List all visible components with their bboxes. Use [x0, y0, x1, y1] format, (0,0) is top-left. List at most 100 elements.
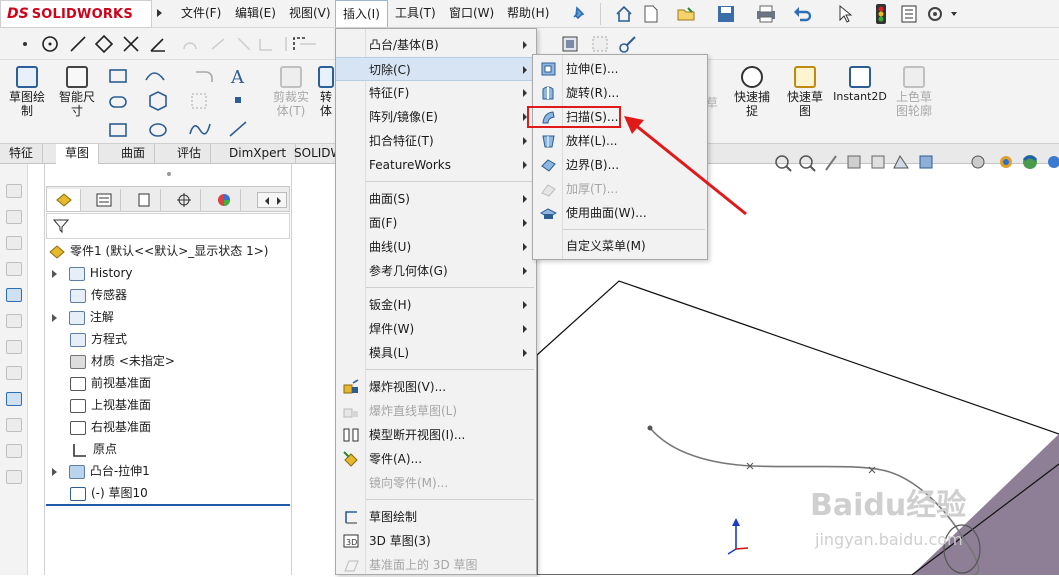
- relations-icon[interactable]: [590, 34, 610, 54]
- insert-weldments[interactable]: 焊件(W): [336, 317, 536, 341]
- tree-item-boss-extrude1[interactable]: 凸台-拉伸1: [52, 460, 150, 482]
- panel-grip-icon[interactable]: [165, 170, 173, 178]
- tab-features[interactable]: 特征: [0, 144, 44, 164]
- tab-sketch[interactable]: 草图: [56, 144, 100, 164]
- menu-help[interactable]: 帮助(H): [500, 0, 556, 27]
- tree-item-top-plane[interactable]: 上视基准面: [70, 394, 151, 416]
- insert-boss-base[interactable]: 凸台/基体(B): [336, 33, 536, 57]
- view-orientation-icon[interactable]: [6, 262, 22, 276]
- insert-mirror-part[interactable]: 镜向零件(M)...: [336, 471, 536, 495]
- smart-dimension-button[interactable]: 智能尺 寸: [52, 62, 102, 118]
- insert-face[interactable]: 面(F): [336, 211, 536, 235]
- zoom-icon[interactable]: [6, 314, 22, 328]
- centerpoint-circle-icon[interactable]: [40, 34, 60, 54]
- menu-file[interactable]: 文件(F): [174, 0, 228, 27]
- 3d-view-icon[interactable]: [6, 184, 22, 198]
- home-icon[interactable]: [614, 4, 634, 24]
- expand-arrow-icon[interactable]: [52, 269, 57, 278]
- displaymanager-tab[interactable]: [207, 189, 241, 211]
- cut-revolve[interactable]: 旋转(R)...: [533, 81, 707, 105]
- propertymanager-tab[interactable]: [87, 189, 121, 211]
- tree-root-part[interactable]: 零件1 (默认<<默认>_显示状态 1>): [48, 240, 268, 262]
- text-tool-icon[interactable]: A: [228, 66, 248, 86]
- tree-item-sketch10[interactable]: (-) 草图10: [70, 482, 148, 504]
- insert-model-break-view[interactable]: 模型断开视图(I)...: [336, 423, 536, 447]
- insert-fastening-feature[interactable]: 扣合特征(T): [336, 129, 536, 153]
- expand-menu-arrow-icon[interactable]: [157, 9, 162, 17]
- polygon-icon[interactable]: [94, 34, 114, 54]
- point-tool-icon[interactable]: [232, 94, 244, 106]
- insert-reference-geometry[interactable]: 参考几何体(G): [336, 259, 536, 283]
- menu-edit[interactable]: 编辑(E): [228, 0, 283, 27]
- rotate-icon[interactable]: [6, 340, 22, 354]
- open-folder-icon[interactable]: [676, 4, 698, 24]
- tree-item-origin[interactable]: 原点: [70, 438, 117, 460]
- pin-icon[interactable]: [570, 5, 586, 21]
- pan-icon[interactable]: [6, 366, 22, 380]
- menu-view[interactable]: 视图(V): [282, 0, 338, 27]
- insert-sheet-metal[interactable]: 钣金(H): [336, 293, 536, 317]
- rebuild-traffic-light-icon[interactable]: [874, 3, 888, 25]
- tab-surfaces[interactable]: 曲面: [112, 144, 156, 164]
- corner-rectangle-icon[interactable]: [290, 34, 310, 54]
- options-gear-icon[interactable]: [925, 4, 945, 24]
- isometric-icon[interactable]: [6, 288, 22, 302]
- instant2d-button[interactable]: Instant2D: [830, 62, 890, 104]
- angle-line-icon[interactable]: [148, 34, 168, 54]
- menu-window[interactable]: 窗口(W): [442, 0, 501, 27]
- trim-icon[interactable]: [121, 34, 141, 54]
- tab-evaluate[interactable]: 评估: [168, 144, 212, 164]
- shaded-sketch-contours-button[interactable]: 上色草 图轮廓: [890, 62, 938, 118]
- section-view-icon[interactable]: [6, 236, 22, 250]
- tree-item-history[interactable]: History: [52, 262, 133, 284]
- tree-item-sensors[interactable]: 传感器: [70, 284, 127, 306]
- file-properties-icon[interactable]: [900, 4, 918, 24]
- select-cursor-icon[interactable]: [836, 4, 854, 24]
- undo-icon[interactable]: [792, 4, 814, 24]
- display-icon[interactable]: [6, 210, 22, 224]
- configurationmanager-tab[interactable]: [127, 189, 161, 211]
- tree-item-right-plane[interactable]: 右视基准面: [70, 416, 151, 438]
- dimxpertmanager-tab[interactable]: [167, 189, 201, 211]
- insert-3d-sketch[interactable]: 3D 3D 草图(3): [336, 529, 536, 553]
- sketch-button[interactable]: 草图绘 制: [4, 62, 50, 118]
- insert-explode-line-sketch[interactable]: 爆炸直线草图(L): [336, 399, 536, 423]
- trim-entities-button[interactable]: 剪裁实 体(T): [268, 62, 314, 118]
- featuremanager-tab[interactable]: [47, 189, 81, 211]
- insert-surface[interactable]: 曲面(S): [336, 187, 536, 211]
- tree-item-front-plane[interactable]: 前视基准面: [70, 372, 151, 394]
- shaded-icon[interactable]: [6, 392, 22, 406]
- line-icon[interactable]: [68, 34, 88, 54]
- expand-arrow-icon[interactable]: [52, 467, 57, 476]
- hidden-lines-icon[interactable]: [6, 418, 22, 432]
- new-document-icon[interactable]: [642, 4, 660, 24]
- tree-item-material[interactable]: 材质 <未指定>: [70, 350, 175, 372]
- menu-tools[interactable]: 工具(T): [388, 0, 443, 27]
- insert-curve[interactable]: 曲线(U): [336, 235, 536, 259]
- wireframe-icon[interactable]: [6, 444, 22, 458]
- rollback-bar[interactable]: [46, 504, 290, 506]
- appearance-icon[interactable]: [6, 470, 22, 484]
- insert-pattern-mirror[interactable]: 阵列/镜像(E): [336, 105, 536, 129]
- insert-sketch[interactable]: 草图绘制: [336, 505, 536, 529]
- options-dropdown-arrow-icon[interactable]: [951, 12, 957, 16]
- menu-insert[interactable]: 插入(I): [335, 0, 388, 27]
- insert-exploded-view[interactable]: 爆炸视图(V)...: [336, 375, 536, 399]
- rapid-sketch-button[interactable]: 快速草 图: [782, 62, 828, 118]
- expand-arrow-icon[interactable]: [52, 313, 57, 322]
- repair-sketch-icon[interactable]: [617, 33, 639, 55]
- tree-item-annotations[interactable]: 注解: [52, 306, 114, 328]
- insert-featureworks[interactable]: FeatureWorks: [336, 153, 536, 177]
- cut-extrude[interactable]: 拉伸(E)...: [533, 57, 707, 81]
- save-icon[interactable]: [716, 4, 736, 24]
- solidworks-logo[interactable]: DS SOLIDWORKS: [0, 0, 152, 28]
- point-icon[interactable]: [18, 37, 32, 51]
- tree-filter-bar[interactable]: [46, 213, 290, 239]
- insert-features[interactable]: 特征(F): [336, 81, 536, 105]
- insert-part[interactable]: 零件(A)...: [336, 447, 536, 471]
- convert-entities-button[interactable]: 转 体: [316, 62, 336, 118]
- customize-menu[interactable]: 自定义菜单(M): [533, 234, 707, 258]
- print-icon[interactable]: [755, 4, 777, 24]
- insert-molds[interactable]: 模具(L): [336, 341, 536, 365]
- view-layout-icon[interactable]: [560, 34, 580, 54]
